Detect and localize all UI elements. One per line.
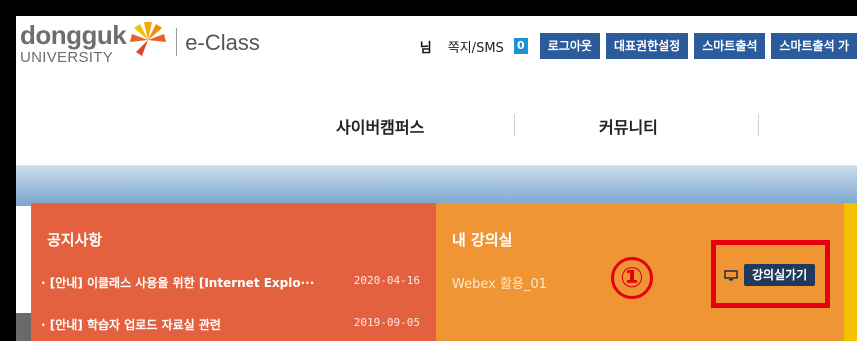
next-panel-edge xyxy=(844,203,857,341)
monitor-icon xyxy=(724,269,738,280)
university-logo[interactable]: dongguk UNIVERSITY e-Class xyxy=(20,22,260,65)
logo-eclass-text: e-Class xyxy=(185,30,260,55)
step-marker: ① xyxy=(611,257,653,299)
nav-divider xyxy=(758,114,759,136)
smart-attendance-button[interactable]: 스마트출석 xyxy=(694,33,766,59)
enter-classroom-button[interactable]: 강의실가기 xyxy=(744,264,816,286)
message-sms-link[interactable]: 쪽지/SMS xyxy=(448,37,504,56)
message-count-badge[interactable]: 0 xyxy=(513,38,528,54)
notice-item-text[interactable]: · [안내] 학습자 업로드 자료실 관련 xyxy=(41,316,221,333)
notice-list-item[interactable]: · [안내] 학습자 업로드 자료실 관련 2019-09-05 xyxy=(41,316,420,333)
notice-item-date: 2019-09-05 xyxy=(353,316,420,329)
course-name[interactable]: Webex 활용_01 xyxy=(452,273,547,292)
logout-button[interactable]: 로그아웃 xyxy=(539,33,600,59)
role-settings-button[interactable]: 대표권한설정 xyxy=(605,33,689,59)
enter-classroom-group[interactable]: 강의실가기 xyxy=(724,264,816,286)
logo-divider xyxy=(176,28,178,56)
page-frame: dongguk UNIVERSITY e-Class 님 쪽지/SMS 0 로그… xyxy=(16,16,857,341)
logo-sub-text: UNIVERSITY xyxy=(20,49,114,66)
smart-attendance-guide-button[interactable]: 스마트출석 가 xyxy=(771,33,857,59)
banner-background xyxy=(16,166,857,206)
main-nav: 사이버캠퍼스 커뮤니티 xyxy=(16,86,857,166)
notice-item-date: 2020-04-16 xyxy=(353,274,420,287)
notice-title[interactable]: 공지사항 xyxy=(47,229,102,250)
lecture-panel-title: 내 강의실 xyxy=(452,231,513,249)
my-lecture-panel: 내 강의실 Webex 활용_01 ① 강의실가기 xyxy=(436,203,844,341)
logo-main-text: dongguk xyxy=(20,20,127,50)
nav-divider xyxy=(514,114,515,136)
user-name-suffix: 님 xyxy=(419,40,432,56)
nav-item-community[interactable]: 커뮤니티 xyxy=(599,114,658,138)
notice-panel: 공지사항 · [안내] 이클래스 사용을 위한 [Internet Explo·… xyxy=(31,203,436,341)
nav-item-cyber-campus[interactable]: 사이버캠퍼스 xyxy=(336,114,424,138)
utility-bar: 님 쪽지/SMS 0 로그아웃 대표권한설정 스마트출석 스마트출석 가 xyxy=(420,33,857,59)
logo-emblem-icon xyxy=(130,22,167,56)
notice-item-text[interactable]: · [안내] 이클래스 사용을 위한 [Internet Explo··· xyxy=(41,274,314,291)
logo-wordmark: dongguk UNIVERSITY xyxy=(20,20,127,66)
header: dongguk UNIVERSITY e-Class 님 쪽지/SMS 0 로그… xyxy=(16,16,857,86)
background-post xyxy=(16,313,31,341)
notice-list-item[interactable]: · [안내] 이클래스 사용을 위한 [Internet Explo··· 20… xyxy=(41,274,420,291)
